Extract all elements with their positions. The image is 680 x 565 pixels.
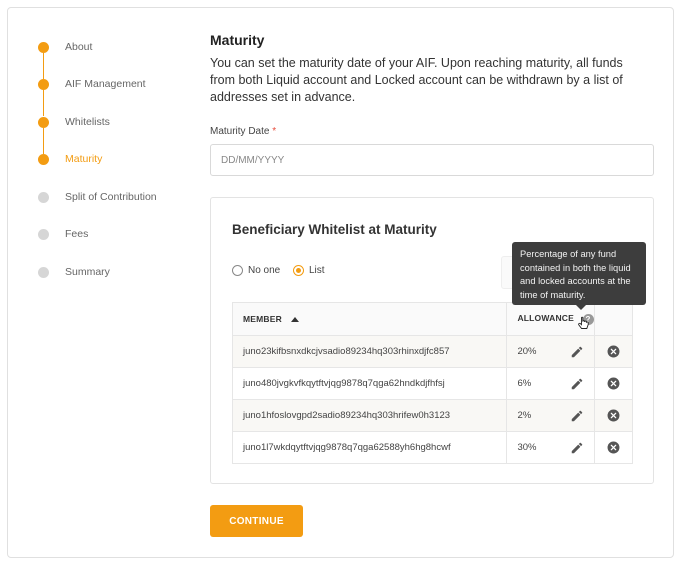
- allowance-value: 30%: [517, 442, 537, 453]
- remove-circle-icon[interactable]: [607, 345, 620, 358]
- remove-cell: [594, 431, 633, 464]
- edit-pencil-icon[interactable]: [570, 441, 584, 455]
- step-connector: [43, 90, 44, 116]
- step-label: Whitelists: [65, 116, 110, 128]
- actions-column-header: [594, 302, 633, 336]
- step-connector: [43, 53, 44, 79]
- remove-circle-icon[interactable]: [607, 409, 620, 422]
- remove-circle-icon[interactable]: [607, 441, 620, 454]
- member-address: juno23kifbsnxdkcjvsadio89234hq303rhinxdj…: [231, 335, 508, 368]
- member-address: juno1l7wkdqytftvjqg9878q7qga62588yh6hg8h…: [231, 431, 508, 464]
- step-label: Fees: [65, 228, 89, 240]
- table-row: juno480jvgkvfkqytftvjqg9878q7qga62hndkdj…: [231, 367, 633, 400]
- table-row: juno1hfoslovgpd2sadio89234hq303hrifew0h3…: [231, 399, 633, 432]
- remove-cell: [594, 367, 633, 400]
- page-title: Maturity: [210, 32, 265, 48]
- step-split-of-contribution[interactable]: Split of Contribution: [38, 190, 157, 204]
- member-header-label: MEMBER: [243, 314, 282, 324]
- step-label: Maturity: [65, 153, 103, 165]
- remove-cell: [594, 335, 633, 368]
- edit-pencil-icon[interactable]: [570, 409, 584, 423]
- allowance-value: 6%: [517, 378, 532, 389]
- radio-no-one[interactable]: No one: [232, 265, 280, 276]
- member-address: juno1hfoslovgpd2sadio89234hq303hrifew0h3…: [231, 399, 508, 432]
- radio-circle-checked: [293, 265, 304, 276]
- radio-label: List: [309, 265, 325, 276]
- allowance-tooltip: Percentage of any fund contained in both…: [512, 242, 646, 310]
- step-label: About: [65, 41, 93, 53]
- step-dot: [38, 78, 49, 90]
- table-row: juno1l7wkdqytftvjqg9878q7qga62588yh6hg8h…: [231, 431, 633, 464]
- step-maturity[interactable]: Maturity: [38, 152, 102, 166]
- step-label: AIF Management: [65, 78, 146, 90]
- step-dot: [38, 41, 49, 53]
- remove-cell: [594, 399, 633, 432]
- whitelist-table: MEMBER ALLOWANCE ? juno23kifbsnxdkcjvsad…: [231, 302, 633, 464]
- pointer-cursor-icon: [578, 316, 589, 329]
- step-label: Summary: [65, 266, 110, 278]
- step-summary[interactable]: Summary: [38, 265, 110, 279]
- allowance-value: 20%: [517, 346, 537, 357]
- step-connector: [43, 128, 44, 154]
- step-dot: [38, 153, 49, 165]
- maturity-date-input[interactable]: [210, 144, 654, 176]
- member-address: juno480jvgkvfkqytftvjqg9878q7qga62hndkdj…: [231, 367, 508, 400]
- allowance-header-label: ALLOWANCE: [517, 313, 575, 324]
- allowance-cell: 20%: [506, 335, 596, 368]
- page-description: You can set the maturity date of your AI…: [210, 56, 623, 104]
- allowance-cell: 6%: [506, 367, 596, 400]
- step-about[interactable]: About: [38, 40, 92, 54]
- maturity-date-label: Maturity Date *: [210, 126, 276, 137]
- beneficiary-whitelist-panel: Beneficiary Whitelist at Maturity No one…: [210, 197, 654, 484]
- allowance-cell: 30%: [506, 431, 596, 464]
- step-dot: [38, 266, 49, 278]
- step-fees[interactable]: Fees: [38, 227, 88, 241]
- step-dot: [38, 191, 49, 203]
- edit-pencil-icon[interactable]: [570, 345, 584, 359]
- required-mark: *: [272, 126, 277, 137]
- remove-circle-icon[interactable]: [607, 377, 620, 390]
- table-row: juno23kifbsnxdkcjvsadio89234hq303rhinxdj…: [231, 335, 633, 368]
- allowance-value: 2%: [517, 410, 532, 421]
- step-whitelists[interactable]: Whitelists: [38, 115, 110, 129]
- member-column-header[interactable]: MEMBER: [231, 302, 508, 336]
- panel-title: Beneficiary Whitelist at Maturity: [232, 222, 437, 237]
- step-aif-management[interactable]: AIF Management: [38, 77, 146, 91]
- sort-ascending-icon: [290, 317, 299, 323]
- radio-list[interactable]: List: [293, 265, 325, 276]
- step-dot: [38, 116, 49, 128]
- step-label: Split of Contribution: [65, 191, 157, 203]
- maturity-date-label-text: Maturity Date: [210, 126, 270, 137]
- radio-label: No one: [248, 265, 281, 276]
- allowance-cell: 2%: [506, 399, 596, 432]
- radio-circle: [232, 265, 243, 276]
- continue-button[interactable]: CONTINUE: [210, 505, 303, 537]
- table-header-row: MEMBER ALLOWANCE ?: [231, 302, 633, 336]
- step-dot: [38, 228, 49, 240]
- edit-pencil-icon[interactable]: [570, 377, 584, 391]
